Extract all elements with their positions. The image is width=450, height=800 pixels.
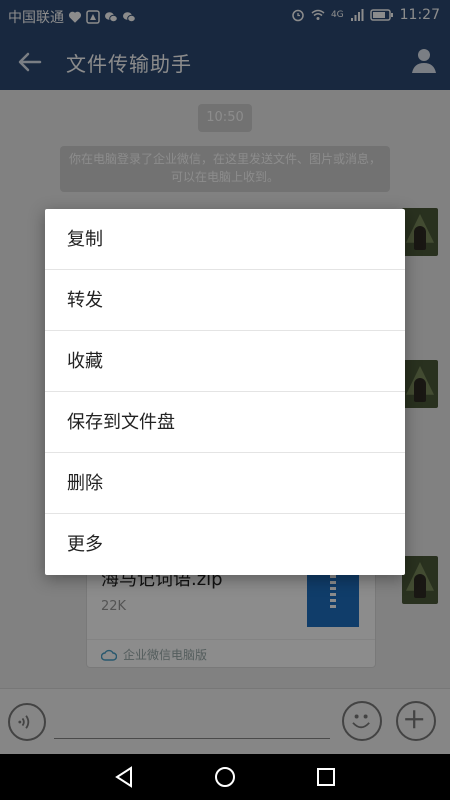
menu-item-forward[interactable]: 转发 bbox=[45, 270, 405, 331]
menu-item-delete[interactable]: 删除 bbox=[45, 453, 405, 514]
system-navigation-bar bbox=[0, 754, 450, 800]
menu-item-favorite[interactable]: 收藏 bbox=[45, 331, 405, 392]
menu-item-save-to-drive[interactable]: 保存到文件盘 bbox=[45, 392, 405, 453]
menu-item-more[interactable]: 更多 bbox=[45, 514, 405, 575]
triangle-back-icon[interactable] bbox=[112, 765, 136, 789]
context-menu: 复制 转发 收藏 保存到文件盘 删除 更多 bbox=[45, 209, 405, 575]
screen: 中国联通 4G 11:27 文件传输助手 10:50 你在电脑登录了企业微信，在… bbox=[0, 0, 450, 800]
menu-item-copy[interactable]: 复制 bbox=[45, 209, 405, 270]
square-recent-icon[interactable] bbox=[314, 765, 338, 789]
circle-home-icon[interactable] bbox=[213, 765, 237, 789]
